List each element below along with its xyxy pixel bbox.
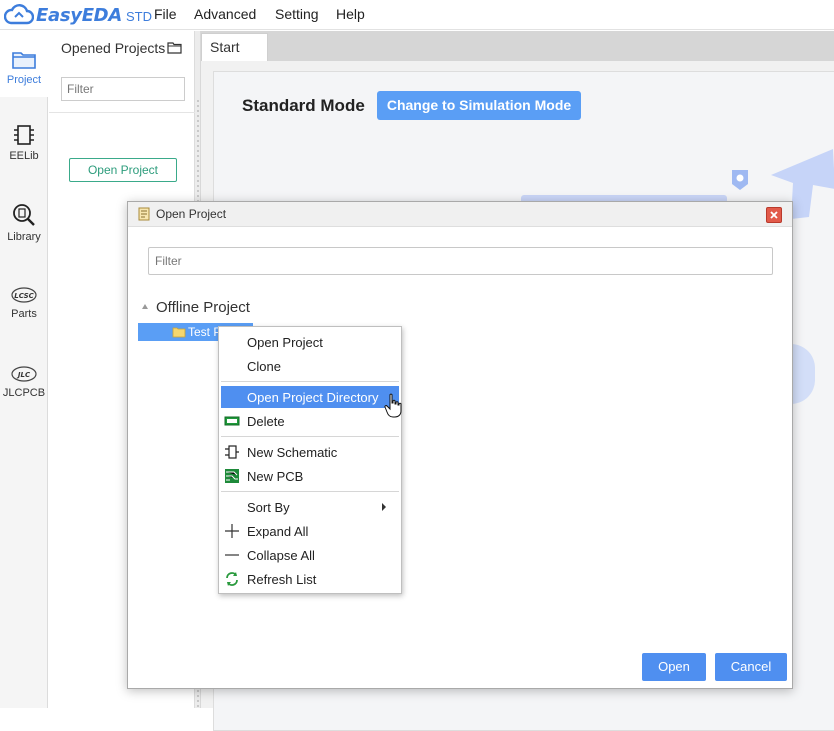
open-button[interactable]: Open [642, 653, 706, 681]
nav-jlcpcb-label: JLCPCB [2, 387, 46, 399]
nav-parts-label: Parts [11, 308, 37, 320]
menu-item-expand-all[interactable]: Expand All [221, 520, 399, 542]
nav-jlcpcb[interactable]: JLC JLCPCB [0, 364, 48, 430]
nav-library-label: Library [7, 231, 41, 243]
schematic-icon [225, 445, 239, 459]
nav-library[interactable]: Library [0, 202, 48, 268]
project-file-icon [138, 207, 150, 221]
dialog-header[interactable]: Open Project [128, 202, 792, 227]
close-icon [770, 211, 778, 219]
nav-parts[interactable]: LCSC Parts [0, 285, 48, 351]
menu-item-label: Open Project Directory [247, 390, 379, 405]
easyeda-logo[interactable]: EasyEDA STD [4, 3, 152, 27]
change-mode-button[interactable]: Change to Simulation Mode [377, 91, 581, 120]
nav-project[interactable]: Project [0, 31, 48, 97]
folder-icon [172, 327, 186, 338]
menu-file[interactable]: File [154, 6, 177, 22]
menu-setting[interactable]: Setting [275, 6, 319, 22]
tree-collapse-arrow-icon[interactable] [142, 304, 148, 309]
menu-separator [221, 381, 399, 382]
menu-item-sort-by[interactable]: Sort By [221, 496, 399, 518]
menu-help[interactable]: Help [336, 6, 365, 22]
svg-text:LCSC: LCSC [14, 292, 34, 300]
menu-item-clone[interactable]: Clone [221, 355, 399, 377]
folder-icon [12, 52, 36, 69]
logo-edition: STD [125, 9, 152, 24]
menu-item-delete[interactable]: Delete [221, 410, 399, 432]
submenu-arrow-icon [382, 503, 386, 511]
delete-icon [224, 416, 240, 426]
close-button[interactable] [766, 207, 782, 223]
open-project-button[interactable]: Open Project [69, 158, 177, 182]
chip-icon [14, 125, 34, 145]
context-menu: Open Project Clone Open Project Director… [218, 326, 402, 594]
left-nav: Project EELib Library LCSC Parts JLC JLC… [0, 31, 48, 708]
menu-item-label: Sort By [247, 500, 290, 515]
menu-item-new-schematic[interactable]: New Schematic [221, 441, 399, 463]
minus-icon [225, 554, 239, 556]
menu-item-label: Open Project [247, 335, 323, 350]
menu-item-refresh-list[interactable]: Refresh List [221, 568, 399, 590]
menu-separator [221, 491, 399, 492]
pcb-icon [225, 469, 239, 483]
logo-text: EasyEDA [36, 4, 122, 26]
tab-start[interactable]: Start [201, 33, 268, 61]
library-search-icon [13, 204, 35, 226]
cancel-button[interactable]: Cancel [715, 653, 787, 681]
nav-eelib-label: EELib [9, 150, 39, 162]
menu-item-label: Delete [247, 414, 285, 429]
dialog-filter-input[interactable] [148, 247, 773, 275]
lcsc-icon: LCSC [11, 287, 37, 303]
mode-label: Standard Mode [242, 96, 365, 115]
refresh-icon [226, 572, 238, 586]
panel-title: Opened Projects [61, 40, 166, 56]
svg-text:JLC: JLC [16, 371, 31, 379]
menu-item-open-project[interactable]: Open Project [221, 331, 399, 353]
menu-item-open-project-directory[interactable]: Open Project Directory [221, 386, 399, 408]
panel-divider [49, 112, 195, 113]
open-folder-icon[interactable] [167, 41, 183, 55]
menu-item-label: Collapse All [247, 548, 315, 563]
menu-item-label: Clone [247, 359, 281, 374]
cloud-logo-icon [4, 4, 34, 25]
nav-eelib[interactable]: EELib [0, 123, 48, 189]
jlc-icon: JLC [11, 366, 37, 382]
menu-item-label: New PCB [247, 469, 304, 484]
dialog-title: Open Project [156, 207, 227, 221]
menu-item-label: Expand All [247, 524, 309, 539]
menu-separator [221, 436, 399, 437]
menu-advanced[interactable]: Advanced [194, 6, 256, 22]
menu-item-label: Refresh List [247, 572, 317, 587]
menu-item-new-pcb[interactable]: New PCB [221, 465, 399, 487]
decorative-shield-icon [732, 170, 748, 190]
tab-bar: Start [201, 31, 834, 61]
hand-cursor-icon [384, 393, 402, 418]
menu-bar: EasyEDA STD File Advanced Setting Help [0, 0, 834, 30]
project-filter-input[interactable] [61, 77, 185, 101]
tree-root-offline-project[interactable]: Offline Project [156, 299, 250, 316]
plus-icon [225, 524, 239, 538]
menu-item-label: New Schematic [247, 445, 338, 460]
menu-item-collapse-all[interactable]: Collapse All [221, 544, 399, 566]
nav-project-label: Project [6, 74, 42, 86]
